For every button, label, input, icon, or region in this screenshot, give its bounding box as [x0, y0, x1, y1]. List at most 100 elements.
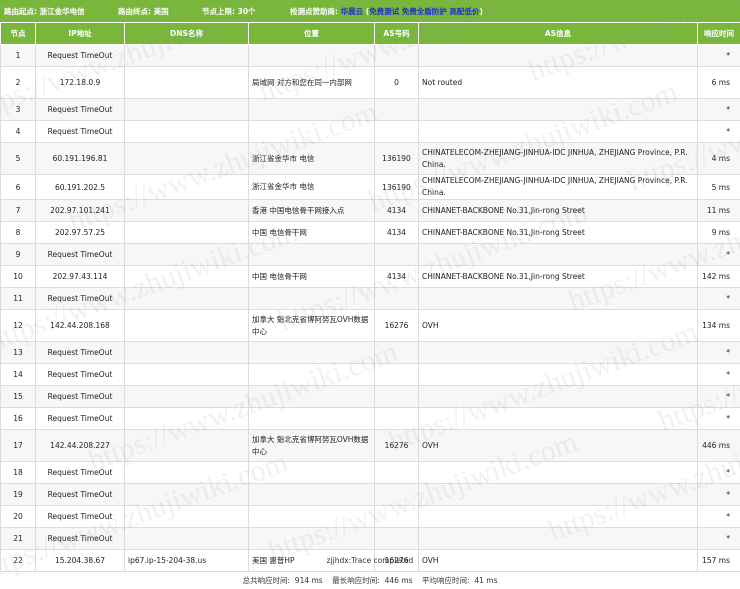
- route-info-bar: 路由起点: 浙江金华电信 路由终点: 美国 节点上限: 30个 检测点赞助商: …: [0, 0, 740, 22]
- sponsor-link-free-shield[interactable]: 免费全盾防护: [402, 7, 447, 16]
- cell-as-info: [418, 120, 698, 143]
- cell-dns: [124, 66, 249, 99]
- cell-as-info: [418, 98, 698, 121]
- cell-node: 20: [0, 505, 36, 528]
- cell-response-time: *: [697, 243, 740, 266]
- cell-as-info: OVH: [418, 429, 698, 462]
- cell-ip: Request TimeOut: [35, 385, 125, 408]
- cell-dns: [124, 385, 249, 408]
- cell-location: [248, 363, 375, 386]
- cell-node: 17: [0, 429, 36, 462]
- cell-response-time: *: [697, 461, 740, 484]
- cell-as-info: [418, 44, 698, 67]
- cell-response-time: 9 ms: [697, 221, 740, 244]
- table-row: 8 202.97.57.25 中国 电信骨干网 4134 CHINANET-BACKBO…: [0, 221, 740, 244]
- cell-as-info: [418, 243, 698, 266]
- cell-dns: [124, 98, 249, 121]
- cell-location: [248, 341, 375, 364]
- cell-location: [248, 483, 375, 506]
- cell-dns: [124, 461, 249, 484]
- cell-location: 局域网 对方和您在同一内部网: [248, 66, 375, 99]
- cell-as-number: 4134: [374, 199, 419, 222]
- cell-response-time: *: [697, 527, 740, 550]
- avg-time-label: 平均响应时间:: [422, 576, 470, 585]
- max-time-label: 最长响应时间:: [332, 576, 380, 585]
- cell-location: 浙江省金华市 电信: [248, 174, 375, 200]
- table-row: 15 Request TimeOut *: [0, 385, 740, 408]
- cell-as-number: [374, 385, 419, 408]
- cell-ip: Request TimeOut: [35, 98, 125, 121]
- cell-as-info: Not routed: [418, 66, 698, 99]
- cell-location: [248, 44, 375, 67]
- cell-as-number: 4134: [374, 221, 419, 244]
- trace-status: zjjhdx:Trace completed: [326, 556, 414, 565]
- cell-location: 香港 中国电信骨干网接入点: [248, 199, 375, 222]
- cell-response-time: *: [697, 483, 740, 506]
- cell-ip: Request TimeOut: [35, 483, 125, 506]
- table-row: 16 Request TimeOut *: [0, 407, 740, 430]
- cell-location: [248, 385, 375, 408]
- cell-location: 中国 电信骨干网: [248, 265, 375, 288]
- table-row: 10 202.97.43.114 中国 电信骨干网 4134 CHINANET-BACK…: [0, 265, 740, 288]
- table-row: 12 142.44.208.168 加拿大 魁北克省博阿努瓦OVH数据中心 16276…: [0, 309, 740, 342]
- cell-node: 6: [0, 174, 36, 200]
- cell-response-time: *: [697, 407, 740, 430]
- sponsor-link-high-config[interactable]: 高配低价: [449, 7, 479, 16]
- sponsor-link-free-test[interactable]: 免费测试: [369, 7, 399, 16]
- col-header-as-number: AS号码: [374, 22, 419, 45]
- cell-response-time: 142 ms: [697, 265, 740, 288]
- cell-as-info: [418, 483, 698, 506]
- cell-response-time: *: [697, 120, 740, 143]
- cell-node: 18: [0, 461, 36, 484]
- cell-as-number: [374, 98, 419, 121]
- table-row: 9 Request TimeOut *: [0, 243, 740, 266]
- cell-location: 浙江省金华市 电信: [248, 142, 375, 175]
- col-header-ip: IP地址: [35, 22, 125, 45]
- cell-dns: [124, 407, 249, 430]
- col-header-response-time: 响应时间: [697, 22, 740, 45]
- cell-as-info: CHINATELECOM-ZHEJIANG-JINHUA-IDC JINHUA,…: [418, 142, 698, 175]
- total-time-label: 总共响应时间:: [242, 576, 291, 585]
- sponsor-name-link[interactable]: 华晨云: [341, 7, 364, 16]
- table-body: 1 Request TimeOut * 2 172.18.0.9 局域网 对方和您在同一内…: [0, 44, 740, 572]
- cell-location: [248, 287, 375, 310]
- cell-response-time: *: [697, 287, 740, 310]
- cell-dns: [124, 221, 249, 244]
- cell-location: [248, 243, 375, 266]
- cell-as-info: [418, 527, 698, 550]
- table-row: 14 Request TimeOut *: [0, 363, 740, 386]
- cell-as-info: CHINANET-BACKBONE No.31,Jin-rong Street: [418, 265, 698, 288]
- cell-ip: 60.191.196.81: [35, 142, 125, 175]
- cell-dns: [124, 142, 249, 175]
- avg-time-value: 41 ms: [474, 576, 498, 585]
- cell-node: 14: [0, 363, 36, 386]
- table-row: 6 60.191.202.5 浙江省金华市 电信 136190 CHINATELECOM…: [0, 174, 740, 200]
- cell-as-number: 136190: [374, 142, 419, 175]
- cell-ip: Request TimeOut: [35, 505, 125, 528]
- table-header-row: 节点 IP地址 DNS名称 位置 AS号码 AS信息 响应时间: [0, 22, 740, 45]
- cell-response-time: 446 ms: [697, 429, 740, 462]
- cell-dns: [124, 44, 249, 67]
- cell-ip: 142.44.208.227: [35, 429, 125, 462]
- cell-as-number: [374, 243, 419, 266]
- cell-location: [248, 461, 375, 484]
- cell-dns: [124, 287, 249, 310]
- cell-dns: [124, 527, 249, 550]
- cell-dns: [124, 341, 249, 364]
- cell-node: 4: [0, 120, 36, 143]
- cell-as-number: [374, 505, 419, 528]
- traceroute-table: 节点 IP地址 DNS名称 位置 AS号码 AS信息 响应时间 1 Request…: [0, 22, 740, 572]
- cell-as-info: [418, 461, 698, 484]
- cell-response-time: *: [697, 341, 740, 364]
- max-time-value: 446 ms: [384, 576, 413, 585]
- cell-ip: Request TimeOut: [35, 527, 125, 550]
- cell-dns: [124, 199, 249, 222]
- cell-ip: Request TimeOut: [35, 120, 125, 143]
- cell-dns: [124, 429, 249, 462]
- cell-ip: 202.97.101.241: [35, 199, 125, 222]
- cell-node: 13: [0, 341, 36, 364]
- cell-node: 10: [0, 265, 36, 288]
- cell-node: 19: [0, 483, 36, 506]
- cell-ip: Request TimeOut: [35, 407, 125, 430]
- cell-ip: 202.97.57.25: [35, 221, 125, 244]
